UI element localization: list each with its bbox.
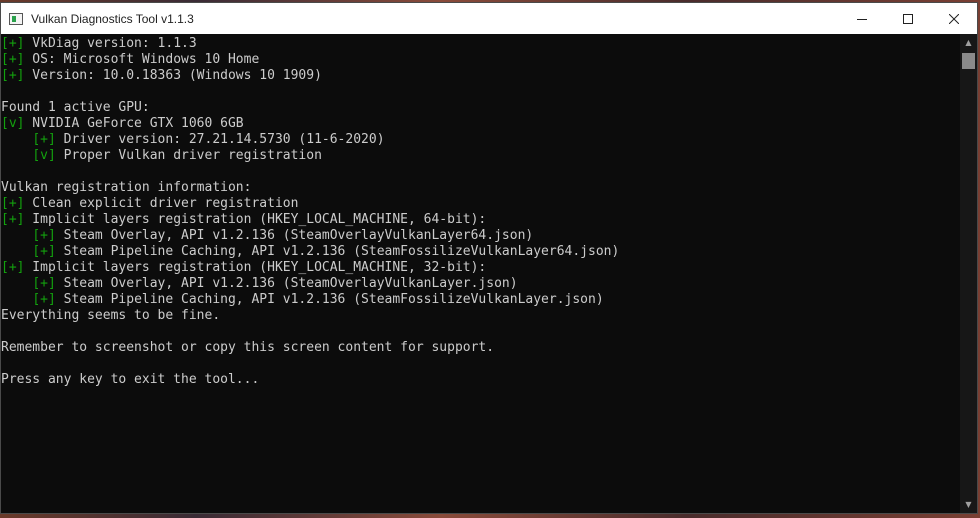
window-controls [839, 3, 977, 34]
close-button[interactable] [931, 3, 977, 34]
console-line-text: NVIDIA GeForce GTX 1060 6GB [24, 116, 244, 131]
console-line-status-mark: [v] [32, 148, 56, 163]
console-line-text: Found 1 active GPU: [1, 100, 150, 115]
console-line: Vulkan registration information: [1, 180, 960, 196]
console-line-status-mark: [+] [1, 212, 25, 227]
console-line-text: OS: Microsoft Windows 10 Home [24, 52, 260, 67]
minimize-icon [857, 18, 867, 20]
console-line-text: Remember to screenshot or copy this scre… [1, 340, 495, 355]
maximize-button[interactable] [885, 3, 931, 34]
console-line-text: Steam Overlay, API v1.2.136 (SteamOverla… [55, 276, 518, 291]
console-line: [+] Steam Pipeline Caching, API v1.2.136… [1, 292, 960, 308]
console-line-status-mark: [+] [32, 276, 56, 291]
console-line-status-mark: [+] [32, 244, 56, 259]
title-bar[interactable]: Vulkan Diagnostics Tool v1.1.3 [1, 3, 977, 34]
console-line: [+] OS: Microsoft Windows 10 Home [1, 52, 960, 68]
console-line-text: Press any key to exit the tool... [1, 372, 260, 387]
console-line-text: Steam Pipeline Caching, API v1.2.136 (St… [55, 292, 604, 307]
console-line-text: Driver version: 27.21.14.5730 (11-6-2020… [55, 132, 385, 147]
console-line-status-mark: [+] [32, 228, 56, 243]
console-line: [+] Steam Overlay, API v1.2.136 (SteamOv… [1, 276, 960, 292]
console-line: Press any key to exit the tool... [1, 372, 960, 388]
console-line-status-mark: [+] [32, 132, 56, 147]
console-line: Everything seems to be fine. [1, 308, 960, 324]
console-line: [+] Driver version: 27.21.14.5730 (11-6-… [1, 132, 960, 148]
maximize-icon [903, 13, 913, 24]
console-line: [+] Implicit layers registration (HKEY_L… [1, 212, 960, 228]
console-line-indent [1, 276, 32, 291]
console-line-text: Steam Overlay, API v1.2.136 (SteamOverla… [55, 228, 534, 243]
console-line-status-mark: [+] [1, 68, 25, 83]
scrollbar-thumb[interactable] [962, 53, 975, 69]
scroll-down-arrow-icon[interactable]: ▼ [960, 496, 977, 513]
console-line-text: VkDiag version: 1.1.3 [24, 36, 197, 51]
console-line: [+] Steam Overlay, API v1.2.136 (SteamOv… [1, 228, 960, 244]
vertical-scrollbar[interactable]: ▲ ▼ [960, 34, 977, 513]
console-line-text: Everything seems to be fine. [1, 308, 221, 323]
console-line-text: Implicit layers registration (HKEY_LOCAL… [24, 212, 487, 227]
console-line-text: Version: 10.0.18363 (Windows 10 1909) [24, 68, 322, 83]
console-line-indent [1, 148, 32, 163]
minimize-button[interactable] [839, 3, 885, 34]
console-line-status-mark: [v] [1, 116, 25, 131]
console-line-text: Vulkan registration information: [1, 180, 252, 195]
console-line: Found 1 active GPU: [1, 100, 960, 116]
console-line-status-mark: [+] [1, 196, 25, 211]
console-line: [+] Version: 10.0.18363 (Windows 10 1909… [1, 68, 960, 84]
console-line: [v] NVIDIA GeForce GTX 1060 6GB [1, 116, 960, 132]
console-line-indent [1, 132, 32, 147]
scroll-up-arrow-icon[interactable]: ▲ [960, 34, 977, 51]
console-line: [+] Steam Pipeline Caching, API v1.2.136… [1, 244, 960, 260]
console-line-status-mark: [+] [32, 292, 56, 307]
console-line-status-mark: [+] [1, 260, 25, 275]
console-line-text: Clean explicit driver registration [24, 196, 299, 211]
console-line: [+] Clean explicit driver registration [1, 196, 960, 212]
close-icon [949, 13, 959, 24]
console-line-indent [1, 292, 32, 307]
console-line: Remember to screenshot or copy this scre… [1, 340, 960, 356]
console-line-status-mark: [+] [1, 36, 25, 51]
console-app-icon [9, 12, 23, 25]
console-line-text: Steam Pipeline Caching, API v1.2.136 (St… [55, 244, 620, 259]
console-output[interactable]: [+] VkDiag version: 1.1.3 [+] OS: Microso… [1, 34, 960, 513]
console-line: [v] Proper Vulkan driver registration [1, 148, 960, 164]
console-line-text: Implicit layers registration (HKEY_LOCAL… [24, 260, 487, 275]
console-line: [+] VkDiag version: 1.1.3 [1, 36, 960, 52]
console-line: [+] Implicit layers registration (HKEY_L… [1, 260, 960, 276]
console-line-status-mark: [+] [1, 52, 25, 67]
console-line-indent [1, 244, 32, 259]
console-line-text: Proper Vulkan driver registration [55, 148, 322, 163]
console-line-indent [1, 228, 32, 243]
window-title: Vulkan Diagnostics Tool v1.1.3 [31, 11, 194, 26]
console-window: Vulkan Diagnostics Tool v1.1.3 [+] VkDia… [0, 2, 978, 514]
